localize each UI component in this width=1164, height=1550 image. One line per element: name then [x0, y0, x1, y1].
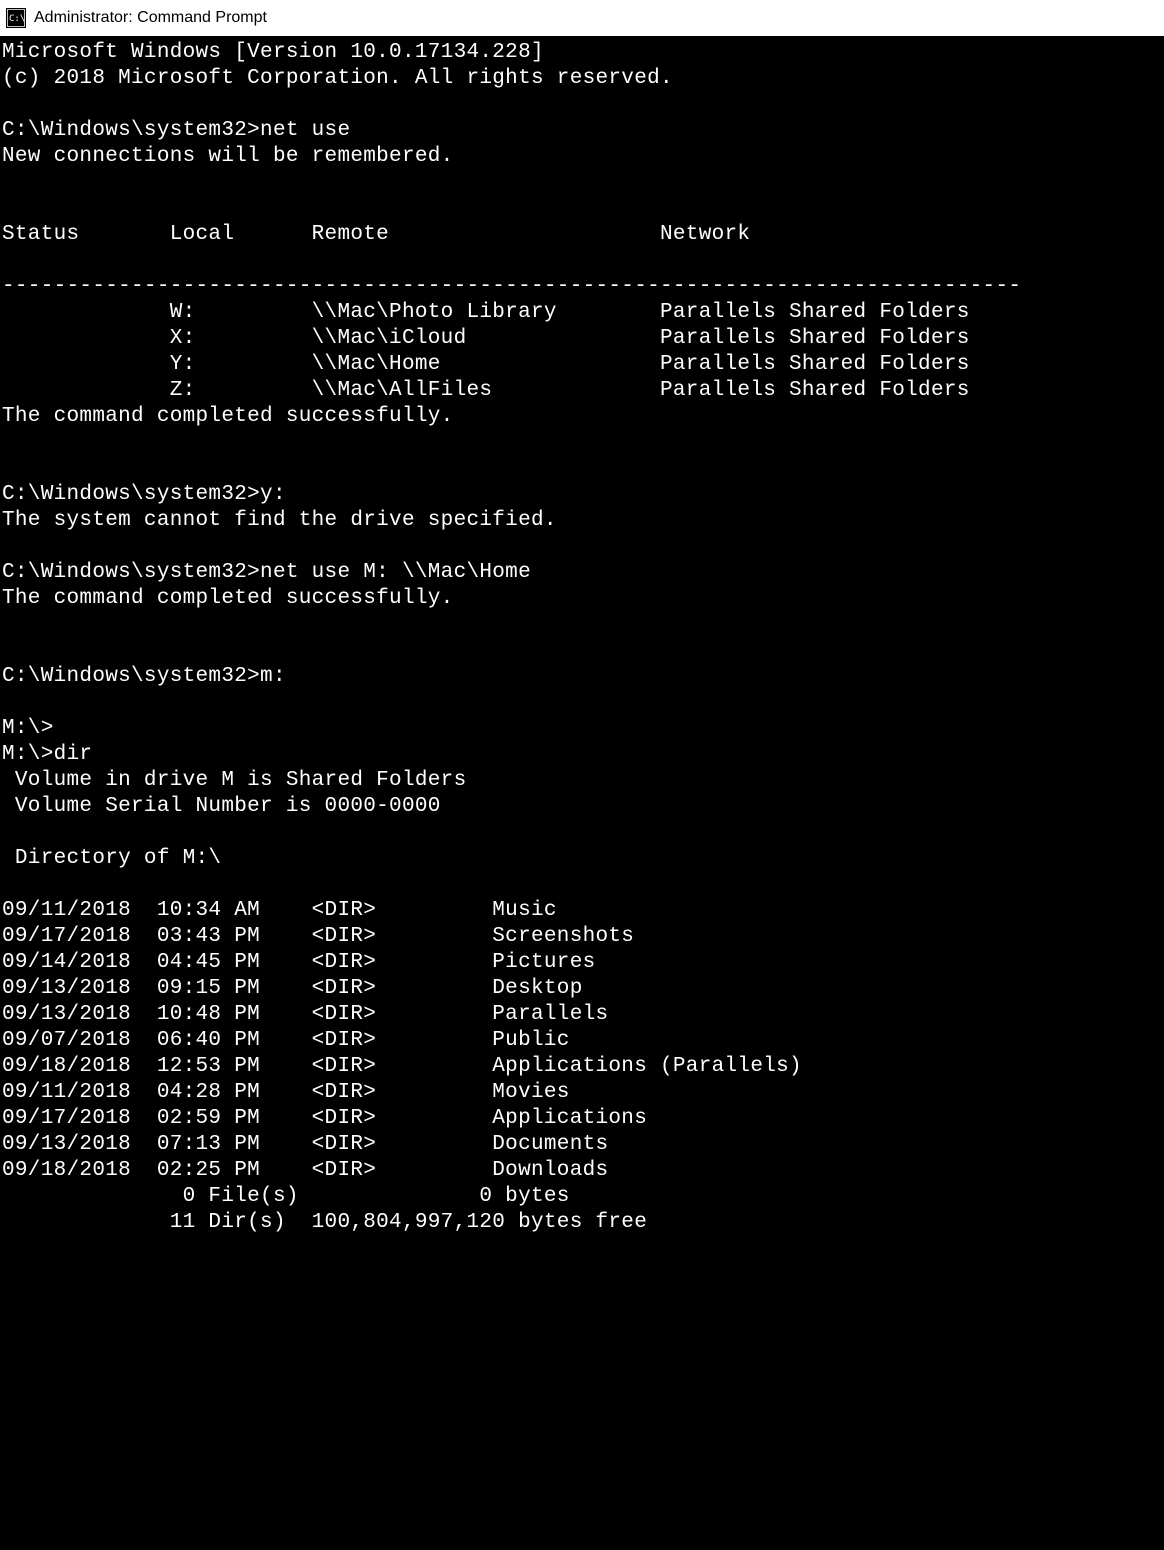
cmd-icon: C:\ — [6, 8, 26, 28]
svg-text:C:\: C:\ — [9, 14, 25, 24]
command-prompt-window: C:\ Administrator: Command Prompt Micros… — [0, 0, 1164, 1550]
window-title: Administrator: Command Prompt — [34, 9, 267, 27]
titlebar[interactable]: C:\ Administrator: Command Prompt — [0, 0, 1164, 36]
terminal-output[interactable]: Microsoft Windows [Version 10.0.17134.22… — [0, 36, 1164, 1550]
